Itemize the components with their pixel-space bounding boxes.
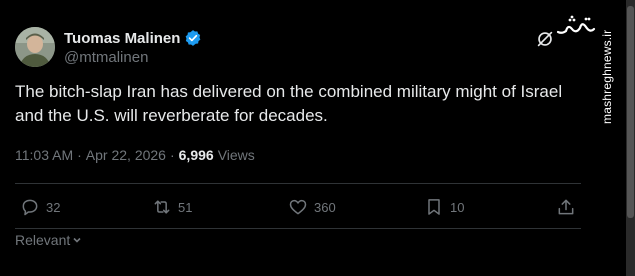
tweet-date[interactable]: Apr 22, 2026 — [86, 147, 166, 163]
chevron-down-icon — [73, 237, 81, 243]
bookmark-icon — [428, 199, 440, 215]
reply-icon — [22, 199, 38, 216]
meta-separator: · — [77, 147, 82, 163]
bookmark-count: 10 — [450, 199, 465, 215]
views-label: Views — [217, 147, 255, 163]
author-handle[interactable]: @mtmalinen — [64, 49, 148, 66]
watermark-logo — [556, 15, 596, 34]
like-button[interactable]: 360 — [288, 197, 336, 217]
meta-separator: · — [169, 147, 175, 163]
avatar[interactable] — [15, 27, 55, 67]
repost-button[interactable]: 51 — [152, 197, 192, 217]
views-count: 6,996 — [178, 147, 214, 163]
tweet-text: The bitch-slap Iran has delivered on the… — [15, 82, 563, 125]
scrollbar-thumb[interactable] — [627, 6, 634, 218]
verified-badge-icon — [186, 30, 201, 46]
like-count: 360 — [314, 199, 336, 215]
like-icon — [289, 199, 307, 215]
repost-count: 51 — [178, 199, 193, 215]
bookmark-button[interactable]: 10 — [424, 197, 464, 217]
divider — [15, 183, 581, 184]
reply-count: 32 — [46, 199, 61, 215]
repost-icon — [154, 200, 170, 214]
watermark-site: mashreghnews.ir — [600, 29, 614, 124]
author-name-row: Tuomas Malinen — [64, 29, 202, 47]
grok-icon[interactable] — [534, 28, 556, 50]
reply-sort-dropdown[interactable]: Relevant — [15, 232, 82, 248]
sort-label: Relevant — [15, 232, 71, 248]
share-button[interactable] — [556, 197, 576, 217]
divider — [15, 228, 581, 229]
tweet-meta: 11:03 AM · Apr 22, 2026 · 6,996 Views — [15, 147, 255, 163]
share-icon — [558, 199, 574, 215]
reply-button[interactable]: 32 — [20, 197, 60, 217]
scrollbar-track[interactable] — [626, 0, 635, 276]
tweet-time[interactable]: 11:03 AM — [15, 147, 73, 163]
author-name[interactable]: Tuomas Malinen — [64, 30, 180, 47]
